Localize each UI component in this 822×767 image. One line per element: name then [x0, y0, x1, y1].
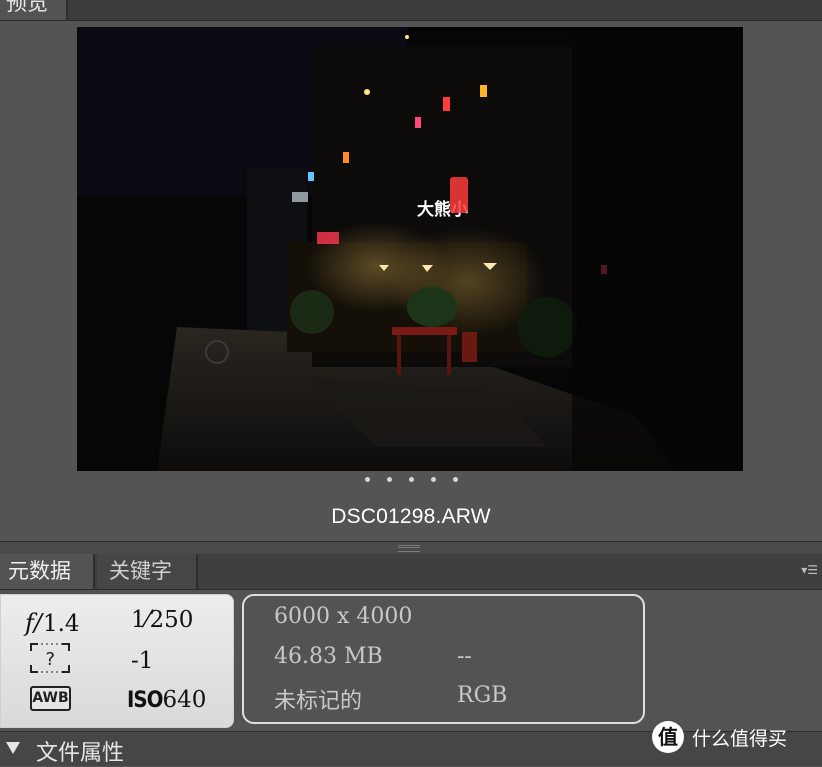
tab-metadata[interactable]: 元数据 — [0, 554, 95, 589]
page-dot[interactable] — [386, 477, 392, 482]
color-profile-label: 未标记的 — [274, 689, 363, 714]
page-dot[interactable] — [452, 477, 458, 482]
resolution: -- — [457, 644, 472, 669]
filmstrip-page-dots[interactable] — [0, 477, 822, 482]
section-title: 文件属性 — [36, 741, 125, 766]
page-dot[interactable] — [430, 477, 436, 482]
exposure-compensation-value: -1 — [131, 648, 154, 674]
image-dimensions: 6000 x 4000 — [274, 604, 413, 629]
page-dot[interactable] — [408, 477, 414, 482]
panel-splitter[interactable] — [0, 541, 822, 555]
file-properties-summary: 6000 x 4000 46.83 MB -- 未标记的 RGB — [242, 594, 645, 724]
tab-preview[interactable]: 预览 — [0, 0, 68, 20]
metering-glyph: ? — [45, 649, 56, 670]
iso-value: ISO640 — [127, 687, 207, 713]
metering-mode-unknown-icon: ? — [30, 643, 70, 673]
white-balance-icon: AWB — [30, 686, 71, 711]
tab-keywords[interactable]: 关键字 — [97, 554, 198, 589]
watermark-text: 什么值得买 — [692, 728, 788, 750]
metadata-content: f/1.4 1⁄250 ? -1 AWB ISO640 6000 x 4000 … — [0, 590, 822, 730]
splitter-grip-icon[interactable] — [398, 545, 420, 552]
color-mode: RGB — [457, 683, 508, 708]
shutter-speed-value: 1⁄250 — [131, 607, 194, 633]
preview-filename: DSC01298.ARW — [331, 505, 491, 528]
preview-tab-bar: 预览 — [0, 0, 822, 21]
aperture-value: f/1.4 — [25, 609, 80, 637]
watermark: 值 什么值得买 — [652, 719, 820, 759]
preview-panel: 大熊小 DSC01298.ARW — [0, 21, 822, 541]
exposure-summary: f/1.4 1⁄250 ? -1 AWB ISO640 — [0, 594, 234, 728]
watermark-logo-icon: 值 — [652, 721, 684, 753]
preview-image[interactable]: 大熊小 — [77, 27, 743, 471]
metadata-tab-bar: 元数据 关键字 ▾☰ — [0, 554, 822, 590]
panel-menu-icon[interactable]: ▾☰ — [801, 563, 818, 577]
page-dot[interactable] — [364, 477, 370, 482]
file-size: 46.83 MB — [274, 644, 383, 669]
disclosure-triangle-icon[interactable] — [6, 742, 20, 754]
